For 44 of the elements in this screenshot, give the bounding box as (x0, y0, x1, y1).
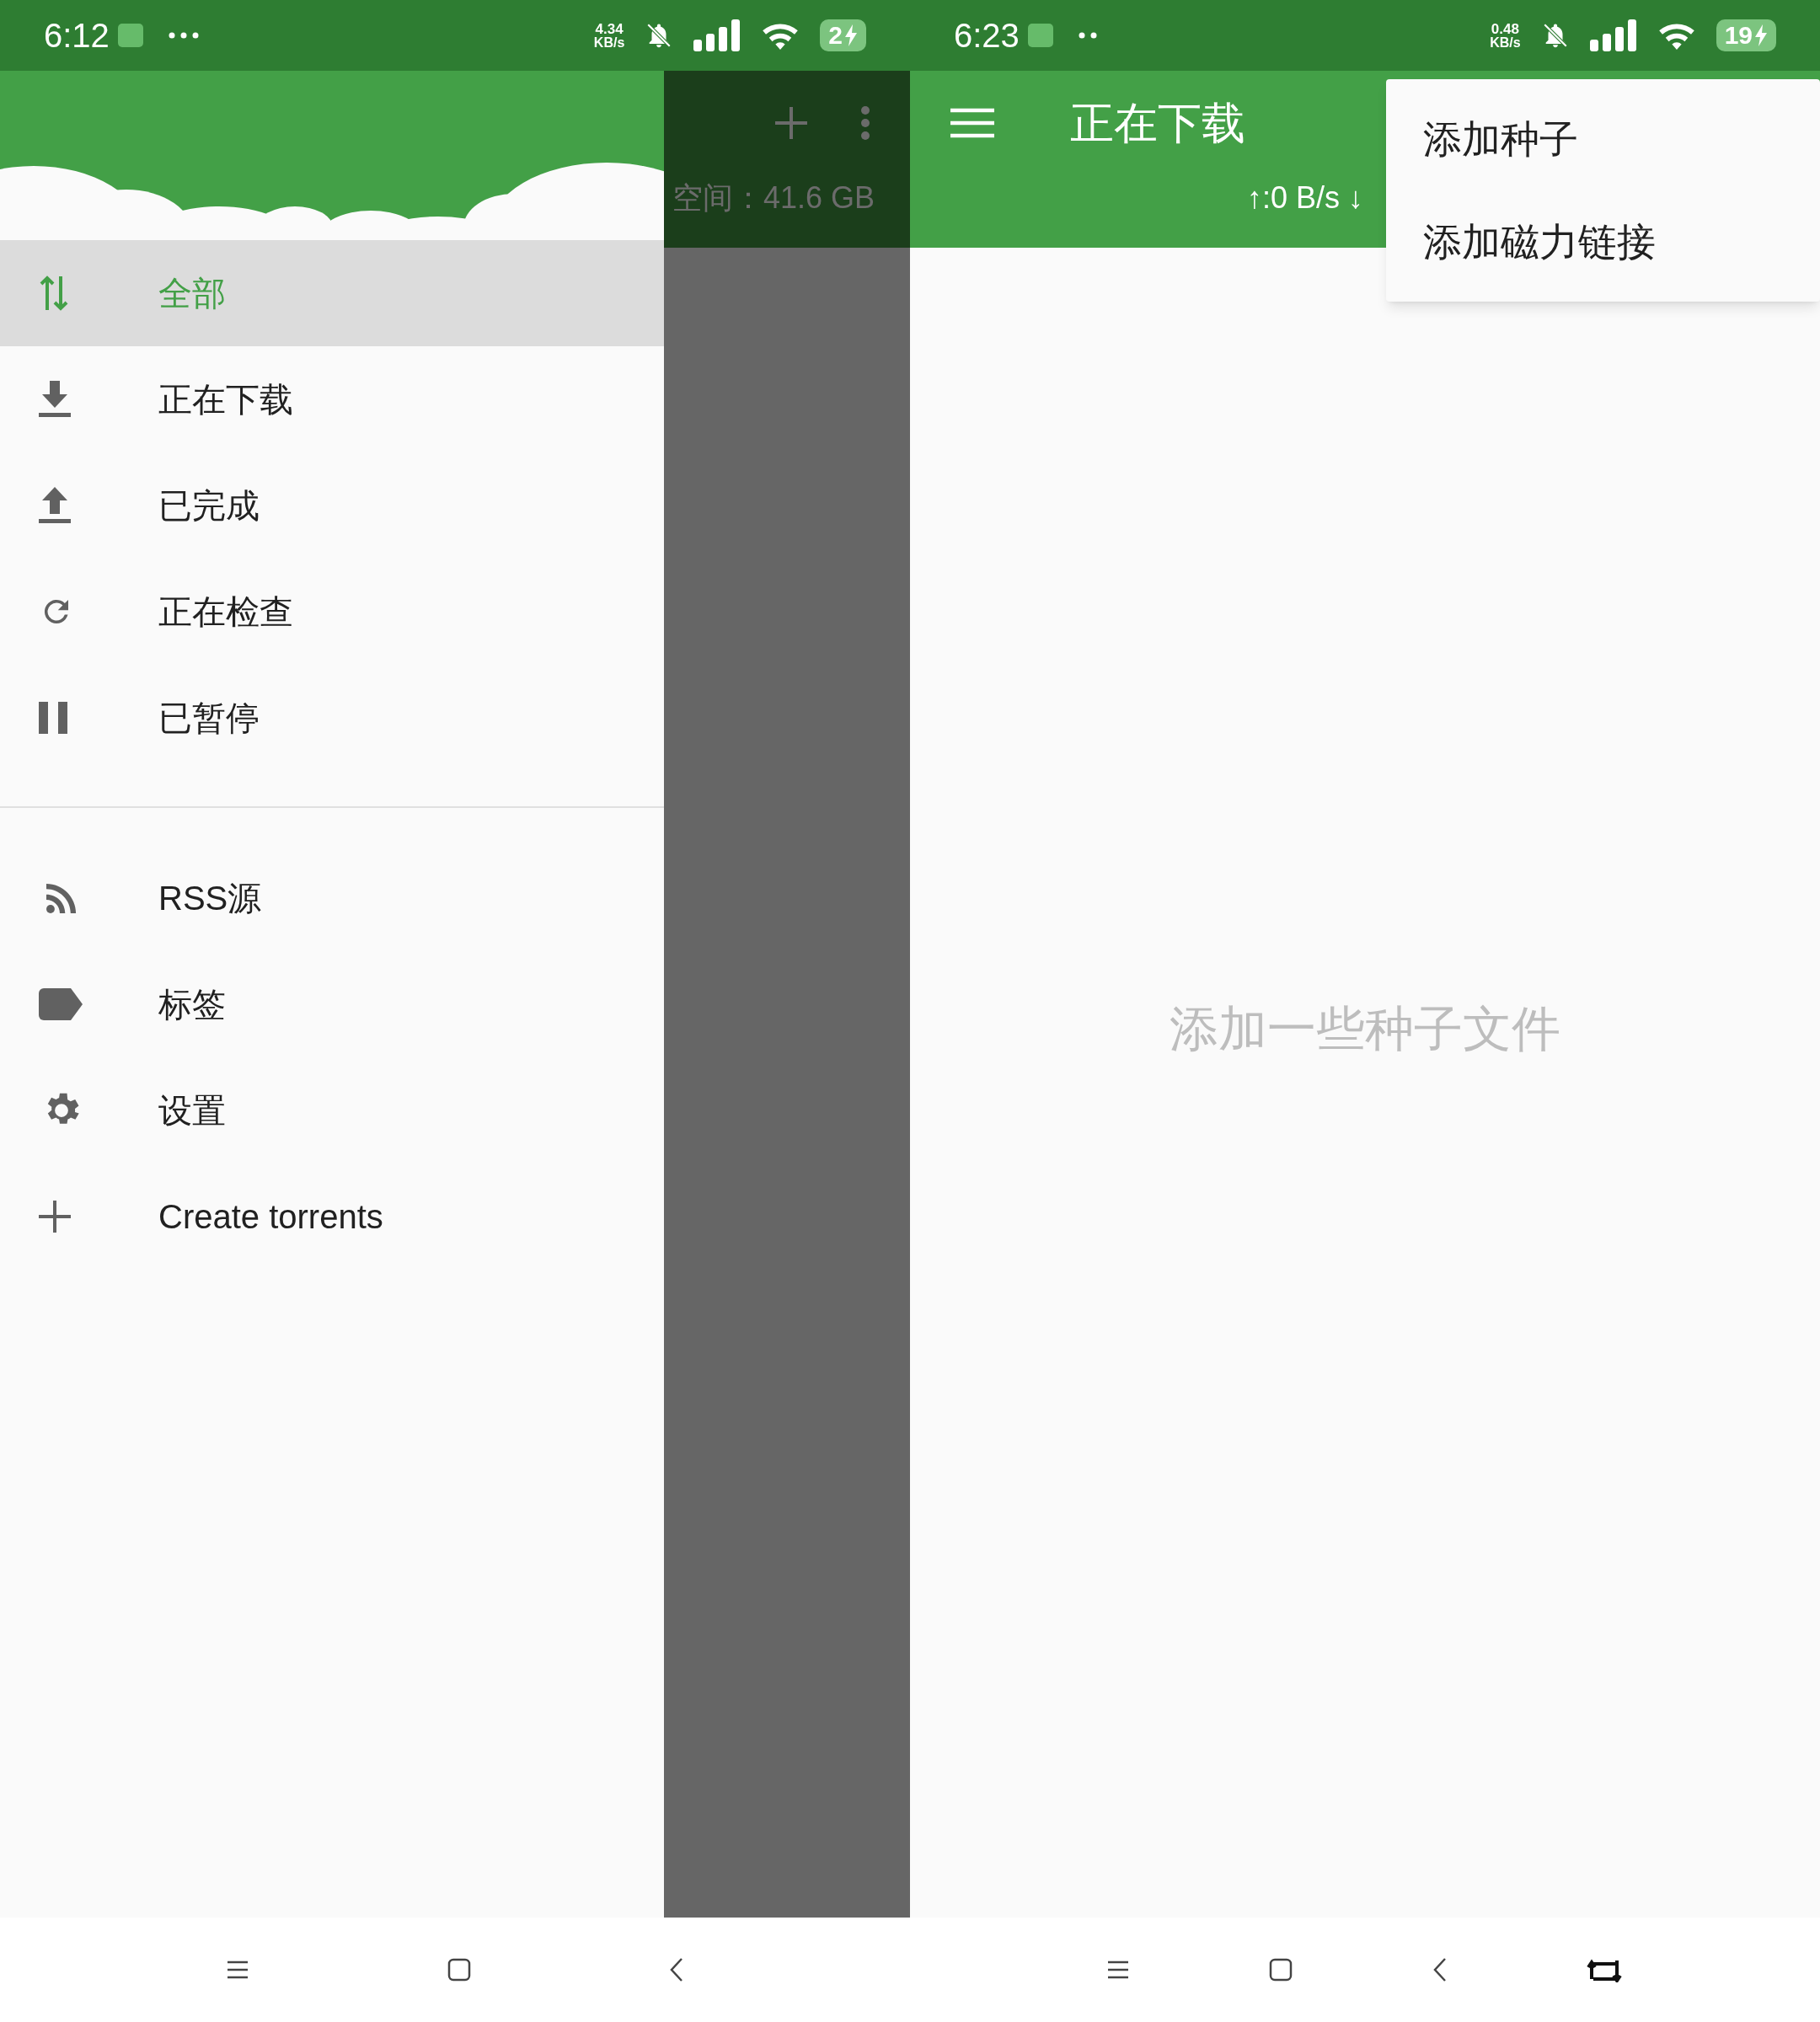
menu-icon[interactable] (225, 1960, 249, 1980)
sort-arrows-icon (39, 275, 69, 312)
more-options-icon (861, 106, 870, 140)
drawer-item[interactable]: Create torrents (0, 1163, 664, 1270)
clock: 6:12 (44, 19, 110, 52)
toolbar-title: 正在下载 (1070, 98, 1245, 149)
plus-icon (775, 107, 807, 139)
network-speed: 0.48 (1491, 21, 1519, 36)
signal-icon (693, 19, 741, 51)
menu-icon[interactable] (1105, 1960, 1130, 1980)
home-icon[interactable] (447, 1958, 471, 1982)
drawer-item[interactable]: 已暂停 (0, 665, 664, 771)
drawer-item[interactable]: RSS源 (0, 845, 664, 951)
menu-item[interactable]: 添加种子 (1386, 88, 1820, 190)
plus-icon (39, 1201, 71, 1233)
drawer-item[interactable]: 正在检查 (0, 559, 664, 665)
app-icon (1027, 24, 1053, 47)
free-space-text: 空间：41.6 GB (672, 179, 876, 217)
back-icon[interactable] (1432, 1957, 1448, 1982)
drawer-item[interactable]: 设置 (0, 1057, 664, 1163)
home-icon[interactable] (1269, 1958, 1293, 1982)
back-icon[interactable] (669, 1957, 685, 1982)
drawer-item[interactable]: 标签 (0, 951, 664, 1057)
menu-item[interactable]: 添加磁力链接 (1386, 190, 1820, 293)
charging-icon (1754, 24, 1768, 46)
wifi-icon (761, 21, 800, 50)
app-icon (117, 24, 143, 47)
network-speed-unit: KB/s (593, 35, 625, 50)
battery-indicator: 2 (820, 19, 866, 51)
drawer-item[interactable]: 正在下载 (0, 346, 664, 452)
tag-icon (39, 988, 83, 1020)
clock: 6:23 (954, 19, 1020, 52)
download-icon (39, 381, 71, 418)
signal-icon (1589, 19, 1637, 51)
empty-state-text: 添加一些种子文件 (1170, 999, 1560, 1057)
drawer-item[interactable]: 已完成 (0, 452, 664, 559)
charging-icon (844, 24, 858, 46)
battery-indicator: 19 (1716, 19, 1776, 51)
upload-icon (39, 487, 71, 524)
wifi-icon (1657, 21, 1696, 50)
pause-icon (39, 702, 67, 734)
speed-text: ↑:0 B/s ↓ (1247, 179, 1365, 217)
network-speed-unit: KB/s (1490, 35, 1521, 50)
network-speed: 4.34 (595, 21, 624, 36)
